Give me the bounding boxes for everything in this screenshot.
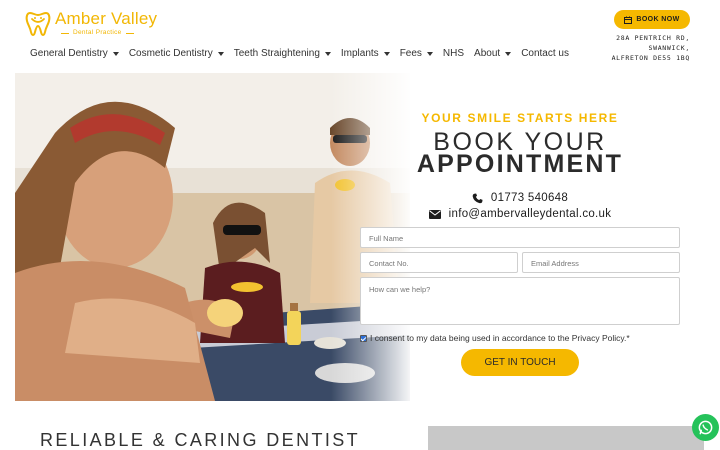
message-textarea[interactable]: How can we help? <box>360 277 680 325</box>
envelope-icon <box>428 209 441 219</box>
nav-item-label: About <box>474 48 501 59</box>
message-placeholder: How can we help? <box>369 285 431 294</box>
email-placeholder: Email Address <box>531 259 579 268</box>
book-now-button[interactable]: BOOK NOW <box>614 10 690 29</box>
address-line: ALFRETON DE55 1BQ <box>611 54 690 62</box>
nav-item-fees[interactable]: Fees <box>400 48 433 59</box>
book-now-label: BOOK NOW <box>636 16 680 23</box>
chevron-down-icon <box>383 51 390 56</box>
full-name-input[interactable]: Full Name <box>360 227 680 248</box>
section-image-placeholder <box>428 426 704 450</box>
phone-number: 01773 540648 <box>490 192 569 204</box>
chevron-down-icon <box>324 51 331 56</box>
section-heading: RELIABLE & CARING DENTIST <box>40 430 361 450</box>
email-link[interactable]: info@ambervalleydental.co.uk <box>360 208 680 220</box>
hero-photo <box>15 73 410 401</box>
full-name-placeholder: Full Name <box>369 234 404 243</box>
divider <box>61 32 69 34</box>
chevron-down-icon <box>112 51 119 56</box>
nav-item-label: Fees <box>399 48 422 59</box>
divider <box>125 32 134 34</box>
nav-item-general-dentistry[interactable]: General Dentistry <box>30 48 119 59</box>
nav-item-about[interactable]: About <box>474 48 512 59</box>
nav-item-teeth-straightening[interactable]: Teeth Straightening <box>234 48 331 59</box>
nav-item-label: Implants <box>340 48 379 59</box>
nav-item-nhs[interactable]: NHS <box>443 48 464 59</box>
whatsapp-button[interactable] <box>692 414 719 441</box>
nav-item-label: Cosmetic Dentistry <box>128 48 213 59</box>
contact-number-input[interactable]: Contact No. <box>360 252 518 273</box>
nav-item-label: NHS <box>442 48 465 59</box>
get-in-touch-button[interactable]: GET IN TOUCH <box>461 349 579 376</box>
get-in-touch-label: GET IN TOUCH <box>484 357 556 368</box>
brand-name: Amber Valley <box>55 9 158 28</box>
booking-tagline: YOUR SMILE STARTS HERE <box>421 111 619 125</box>
beach-friends-photo-icon <box>15 73 410 401</box>
nav-item-contact-us[interactable]: Contact us <box>521 48 569 59</box>
email-address: info@ambervalleydental.co.uk <box>448 208 612 220</box>
whatsapp-icon <box>698 420 713 435</box>
nav-item-label: Teeth Straightening <box>233 48 320 59</box>
chevron-down-icon <box>505 51 512 56</box>
email-input[interactable]: Email Address <box>522 252 680 273</box>
chevron-down-icon <box>426 51 433 56</box>
main-nav: General Dentistry Cosmetic Dentistry Tee… <box>30 48 569 59</box>
chevron-down-icon <box>217 51 224 56</box>
brand-subtitle: Dental Practice <box>73 29 122 36</box>
phone-icon <box>472 192 483 203</box>
consent-label: I consent to my data being used in accor… <box>370 333 630 343</box>
nav-item-label: Contact us <box>521 48 569 59</box>
address-line: 28A PENTRICH RD, <box>616 34 690 42</box>
brand-logo[interactable]: Amber Valley Dental Practice <box>25 10 157 38</box>
phone-link[interactable]: 01773 540648 <box>360 192 680 204</box>
practice-address: 28A PENTRICH RD, SWANWICK, ALFRETON DE55… <box>612 33 690 63</box>
nav-item-cosmetic-dentistry[interactable]: Cosmetic Dentistry <box>129 48 224 59</box>
tooth-smile-icon <box>25 11 51 36</box>
nav-item-implants[interactable]: Implants <box>341 48 390 59</box>
nav-item-label: General Dentistry <box>30 48 108 59</box>
consent-checkbox[interactable] <box>360 334 367 342</box>
consent-row: I consent to my data being used in accor… <box>360 333 630 343</box>
calendar-icon <box>624 16 633 24</box>
booking-heading-line2: APPOINTMENT <box>416 150 624 178</box>
contact-number-placeholder: Contact No. <box>369 259 409 268</box>
brand-subtitle-row: Dental Practice <box>55 29 157 37</box>
address-line: SWANWICK, <box>648 44 690 52</box>
